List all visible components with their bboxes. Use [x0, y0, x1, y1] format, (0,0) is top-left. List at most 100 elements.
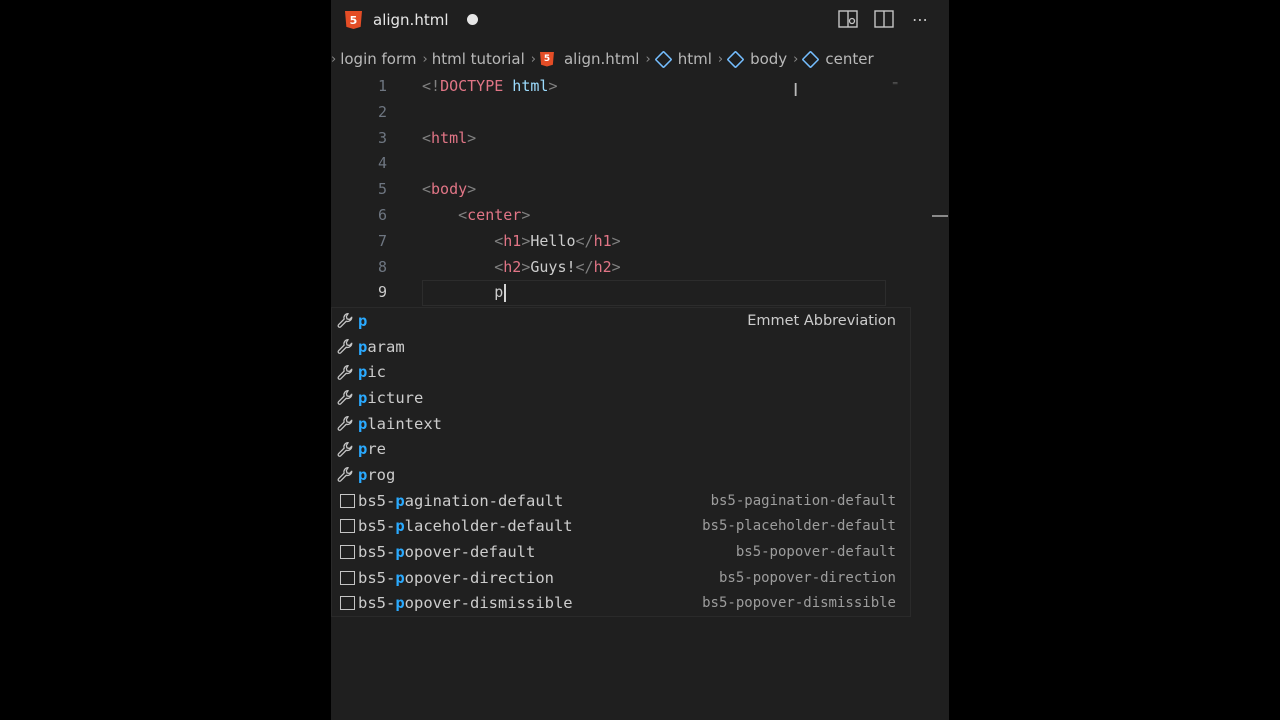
suggestion-label: bs5-popover-dismissible [358, 594, 573, 613]
suggest-widget: p Emmet Abbreviation param pic picture plaint… [331, 307, 911, 618]
code-line[interactable]: 1 <!DOCTYPE html> [331, 74, 949, 100]
tab-label: align.html [373, 11, 449, 29]
suggestion-item[interactable]: bs5-pagination-default bs5-pagination-def… [332, 488, 910, 514]
code-line[interactable]: 6 <center> [331, 203, 949, 229]
suggestion-item[interactable]: bs5-popover-dismissible bs5-popover-dismi… [332, 591, 910, 617]
symbol-element-icon [654, 49, 673, 69]
suggestion-detail: bs5-popover-dismissible [702, 595, 896, 612]
wrench-icon [332, 364, 358, 381]
snippet-icon [332, 545, 358, 560]
snippet-icon [332, 570, 358, 585]
symbol-element-icon [801, 49, 820, 69]
suggestion-label: bs5-popover-default [358, 543, 536, 562]
breadcrumb-item-file[interactable]: › 5 align.html [525, 50, 640, 68]
suggestion-item[interactable]: plaintext [332, 411, 910, 437]
suggestion-label: param [358, 337, 405, 356]
chevron-right-icon: › [422, 51, 428, 67]
snippet-icon [332, 493, 358, 508]
line-number: 2 [377, 102, 387, 121]
minimap-overview: ⁼ [892, 78, 899, 92]
code-text: <h2>Guys!</h2> [494, 257, 621, 276]
suggestion-label: picture [358, 388, 424, 407]
symbol-element-icon [726, 49, 745, 69]
html5-icon: 5 [345, 11, 362, 29]
breadcrumb-item-html[interactable]: › html [639, 49, 712, 69]
code-text: <html> [422, 128, 477, 147]
suggestion-item[interactable]: param [332, 334, 910, 360]
line-number: 6 [377, 205, 387, 224]
wrench-icon [332, 415, 358, 432]
unsaved-dot-icon[interactable] [467, 14, 478, 25]
breadcrumb-item-center[interactable]: › center [787, 49, 874, 69]
breadcrumb-item-body[interactable]: › body [712, 49, 787, 69]
tab-align-html[interactable]: 5 align.html [331, 0, 449, 40]
suggestion-label: bs5-pagination-default [358, 491, 564, 510]
snippet-icon [332, 519, 358, 534]
suggestion-label: prog [358, 465, 396, 484]
suggestion-item[interactable]: p Emmet Abbreviation [332, 308, 910, 334]
suggestion-label: pic [358, 363, 387, 382]
editor-actions: ⋯ [837, 8, 931, 30]
chevron-right-icon: › [717, 51, 724, 67]
suggestion-detail: Emmet Abbreviation [747, 312, 896, 329]
wrench-icon [332, 441, 358, 458]
code-editor[interactable]: 5 align.html ⋯ › login form › html tutoria… [331, 0, 949, 720]
open-preview-icon[interactable] [837, 8, 859, 30]
code-text: <center> [458, 205, 531, 224]
line-number: 5 [377, 180, 387, 199]
breadcrumb: › login form › html tutorial › 5 align.html … [331, 44, 949, 74]
suggestion-label: p [358, 311, 368, 330]
suggestion-label: bs5-placeholder-default [358, 517, 573, 536]
suggestion-detail: bs5-placeholder-default [702, 518, 896, 535]
code-line[interactable]: 3 <html> [331, 126, 949, 152]
code-text: <body> [422, 180, 477, 199]
suggestion-item[interactable]: prog [332, 462, 910, 488]
suggestion-item[interactable]: pre [332, 436, 910, 462]
code-line[interactable]: 4 [331, 151, 949, 177]
text-caret [504, 283, 507, 302]
code-area[interactable]: 1 <!DOCTYPE html> 2 3 <html> 4 5 <body> 6 <cente… [331, 74, 949, 307]
suggestion-label: plaintext [358, 414, 442, 433]
chevron-right-icon: › [645, 51, 651, 67]
html5-icon: 5 [539, 51, 554, 67]
line-number: 8 [377, 257, 387, 276]
wrench-icon [332, 466, 358, 483]
suggestion-detail: bs5-pagination-default [710, 492, 896, 509]
code-text: <h1>Hello</h1> [494, 231, 621, 250]
tab-bar: 5 align.html ⋯ [331, 0, 949, 40]
breadcrumb-item-login-form[interactable]: › login form [331, 50, 417, 68]
code-text: <!DOCTYPE html> [422, 77, 558, 95]
code-line[interactable]: 8 <h2>Guys!</h2> [331, 255, 949, 281]
line-number: 7 [377, 231, 387, 250]
suggestion-item[interactable]: bs5-popover-default bs5-popover-default [332, 539, 910, 565]
snippet-icon [332, 596, 358, 611]
line-number: 3 [377, 128, 387, 147]
suggestion-detail: bs5-popover-default [735, 544, 896, 561]
suggestion-detail: bs5-popover-direction [718, 569, 896, 586]
wrench-icon [332, 338, 358, 355]
wrench-icon [332, 312, 358, 329]
code-line[interactable]: 9 p [331, 280, 949, 307]
code-text: p [422, 280, 507, 306]
scrollbar-position-marker[interactable] [932, 215, 948, 217]
chevron-right-icon: › [793, 51, 799, 67]
chevron-right-icon: › [530, 51, 536, 67]
suggestion-item[interactable]: pic [332, 359, 910, 385]
wrench-icon [332, 389, 358, 406]
suggestion-item[interactable]: bs5-placeholder-default bs5-placeholder-d… [332, 514, 910, 540]
more-actions-icon[interactable]: ⋯ [909, 8, 931, 30]
code-line[interactable]: 7 <h1>Hello</h1> [331, 229, 949, 255]
breadcrumb-item-html-tutorial[interactable]: › html tutorial [417, 50, 525, 68]
code-line[interactable]: 5 <body> [331, 177, 949, 203]
suggestion-item[interactable]: picture [332, 385, 910, 411]
line-number: 9 [377, 283, 387, 302]
suggestion-item[interactable]: bs5-popover-direction bs5-popover-directi… [332, 565, 910, 591]
chevron-right-icon: › [331, 51, 337, 67]
line-number: 1 [377, 77, 387, 95]
mouse-ibeam-icon: I [793, 80, 799, 101]
code-line[interactable]: 2 [331, 100, 949, 126]
split-editor-icon[interactable] [873, 8, 895, 30]
suggestion-label: bs5-popover-direction [358, 568, 554, 587]
suggestion-label: pre [358, 440, 387, 459]
line-number: 4 [377, 154, 387, 173]
